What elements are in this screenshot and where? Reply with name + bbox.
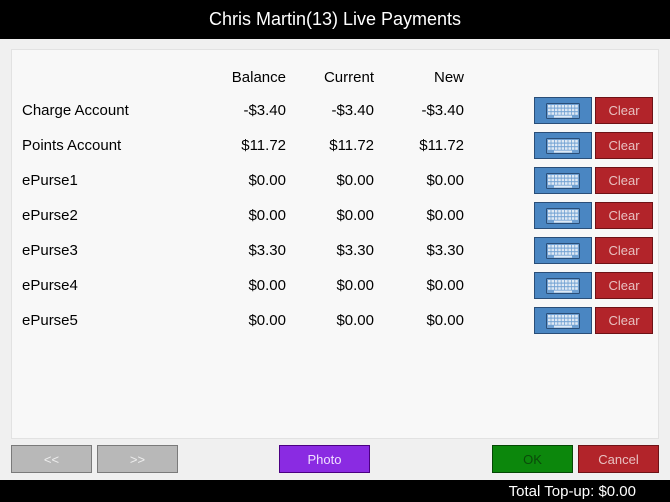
balance-value: $0.00 — [248, 172, 286, 189]
keypad-button[interactable] — [534, 132, 592, 159]
balance-value: $3.30 — [248, 242, 286, 259]
current-value: -$3.40 — [331, 102, 374, 119]
clear-button[interactable]: Clear — [595, 167, 653, 194]
new-value: $3.30 — [426, 242, 464, 259]
previous-page-button[interactable]: << — [11, 445, 92, 473]
current-value: $0.00 — [336, 312, 374, 329]
balance-value: $0.00 — [248, 277, 286, 294]
clear-button[interactable]: Clear — [595, 272, 653, 299]
account-label: Points Account — [22, 137, 122, 154]
keyboard-icon — [546, 102, 580, 119]
new-value: $0.00 — [426, 172, 464, 189]
balance-value: $0.00 — [248, 312, 286, 329]
balance-value: $0.00 — [248, 207, 286, 224]
keypad-button[interactable] — [534, 167, 592, 194]
main-panel: Balance Current New Charge Account -$3.40… — [0, 39, 670, 480]
new-value: $0.00 — [426, 207, 464, 224]
current-value: $0.00 — [336, 207, 374, 224]
keyboard-icon — [546, 242, 580, 259]
balance-value: -$3.40 — [243, 102, 286, 119]
status-bar: Total Top-up: $0.00 — [0, 480, 670, 502]
keypad-button[interactable] — [534, 307, 592, 334]
photo-button[interactable]: Photo — [279, 445, 370, 473]
account-label: ePurse2 — [22, 207, 78, 224]
column-header-balance: Balance — [231, 69, 286, 86]
keyboard-icon — [546, 312, 580, 329]
new-value: $11.72 — [419, 137, 464, 154]
keyboard-icon — [546, 207, 580, 224]
clear-button[interactable]: Clear — [595, 202, 653, 229]
current-value: $11.72 — [329, 137, 374, 154]
account-label: ePurse5 — [22, 312, 78, 329]
clear-button[interactable]: Clear — [595, 307, 653, 334]
keyboard-icon — [546, 277, 580, 294]
total-topup-label: Total Top-up: $0.00 — [508, 482, 636, 500]
next-page-button[interactable]: >> — [97, 445, 178, 473]
new-value: -$3.40 — [421, 102, 464, 119]
accounts-table: Balance Current New Charge Account -$3.40… — [11, 49, 659, 439]
account-label: ePurse4 — [22, 277, 78, 294]
new-value: $0.00 — [426, 312, 464, 329]
keyboard-icon — [546, 137, 580, 154]
column-header-current: Current — [323, 69, 374, 86]
ok-button[interactable]: OK — [492, 445, 573, 473]
keypad-button[interactable] — [534, 97, 592, 124]
keypad-button[interactable] — [534, 272, 592, 299]
clear-button[interactable]: Clear — [595, 97, 653, 124]
new-value: $0.00 — [426, 277, 464, 294]
account-label: ePurse1 — [22, 172, 78, 189]
keypad-button[interactable] — [534, 202, 592, 229]
cancel-button[interactable]: Cancel — [578, 445, 659, 473]
current-value: $0.00 — [336, 172, 374, 189]
balance-value: $11.72 — [241, 137, 286, 154]
clear-button[interactable]: Clear — [595, 237, 653, 264]
account-label: ePurse3 — [22, 242, 78, 259]
clear-button[interactable]: Clear — [595, 132, 653, 159]
keyboard-icon — [546, 172, 580, 189]
window-title: Chris Martin(13) Live Payments — [0, 0, 670, 39]
column-header-new: New — [433, 69, 464, 86]
keypad-button[interactable] — [534, 237, 592, 264]
account-label: Charge Account — [22, 102, 129, 119]
current-value: $0.00 — [336, 277, 374, 294]
current-value: $3.30 — [336, 242, 374, 259]
